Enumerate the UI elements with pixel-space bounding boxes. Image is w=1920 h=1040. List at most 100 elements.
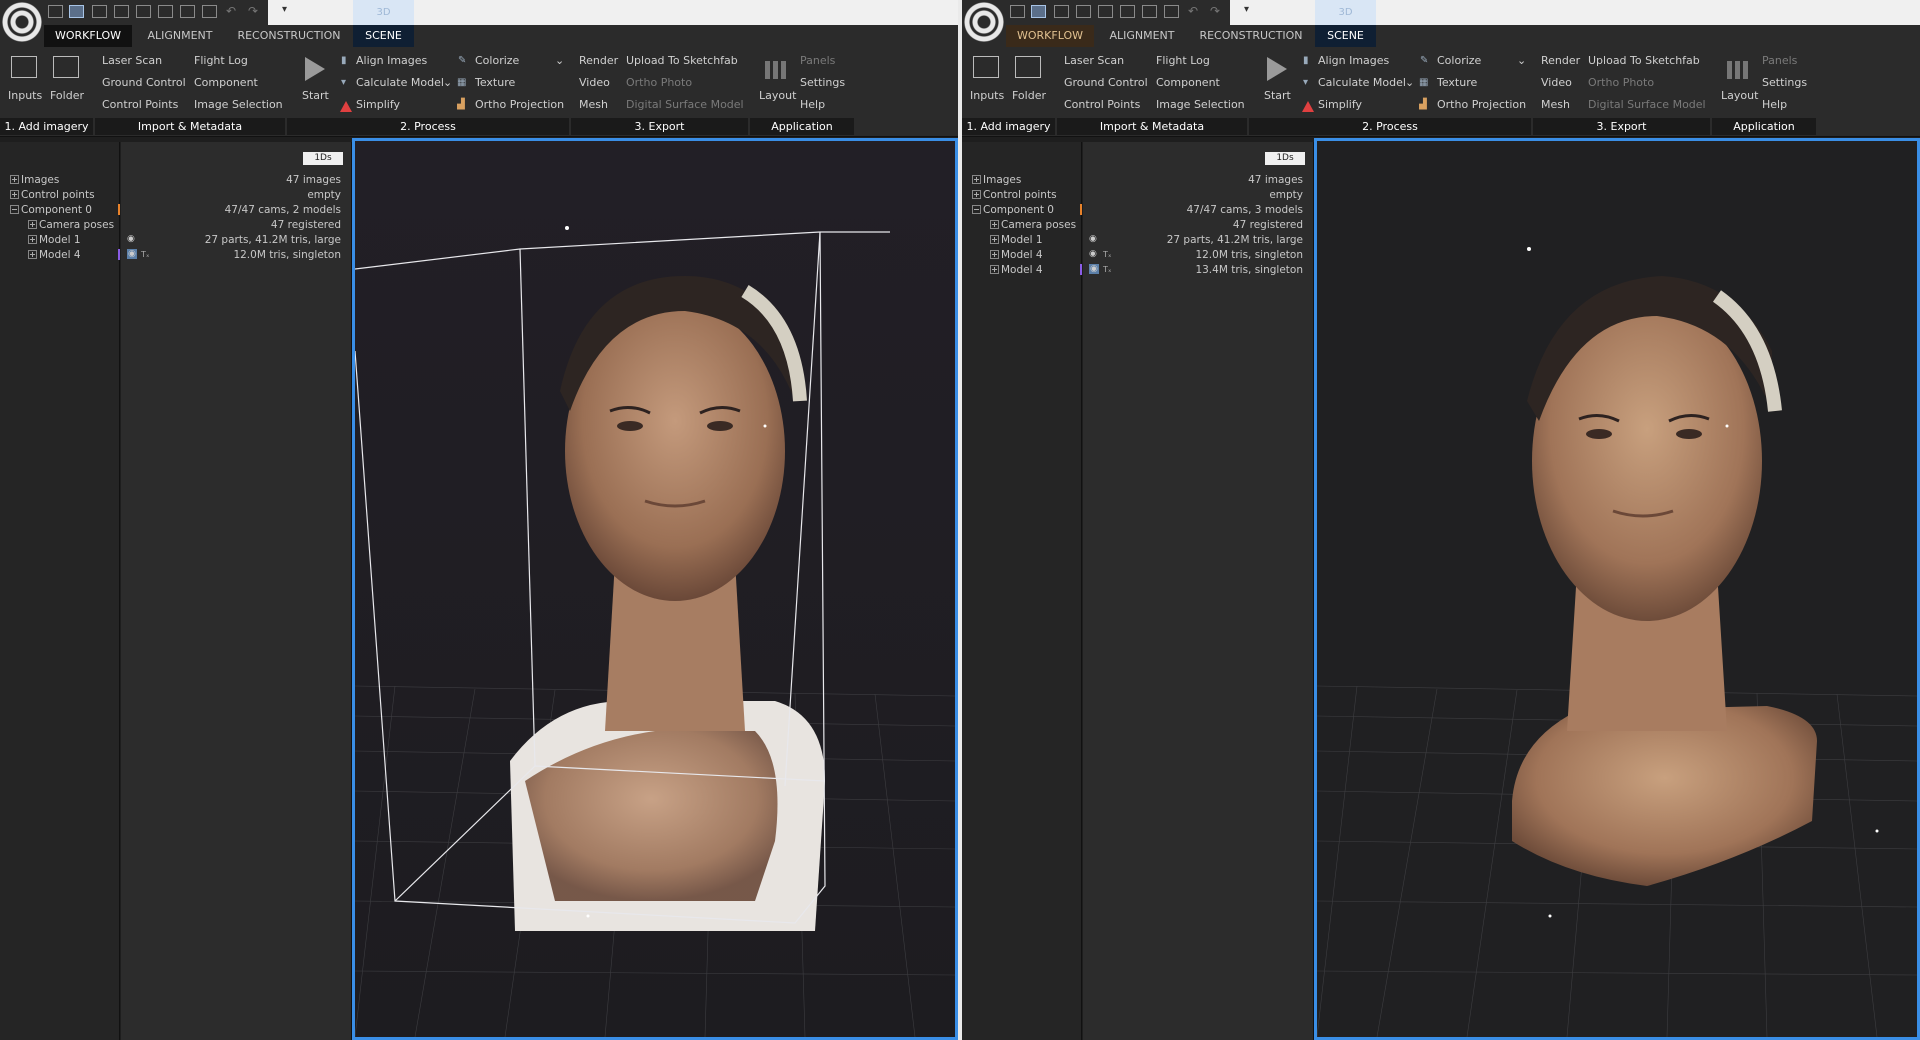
help-button[interactable]: Help	[800, 98, 825, 111]
render-button[interactable]: Render	[1541, 54, 1580, 67]
video-button[interactable]: Video	[1541, 76, 1572, 89]
layout-1-icon[interactable]	[48, 5, 63, 18]
visibility-eye-icon[interactable]: ◉	[127, 234, 135, 244]
tab-alignment[interactable]: ALIGNMENT	[136, 25, 224, 47]
layout-1-icon[interactable]	[1010, 5, 1025, 18]
ortho-photo-button[interactable]: Ortho Photo	[626, 76, 692, 89]
expand-icon[interactable]	[10, 190, 19, 199]
layout-5-icon[interactable]	[136, 5, 151, 18]
layout-8-icon[interactable]	[202, 5, 217, 18]
tree-control-points[interactable]: Control points	[10, 189, 95, 201]
mesh-button[interactable]: Mesh	[579, 98, 608, 111]
flight-log-button[interactable]: Flight Log	[1156, 54, 1210, 67]
3d-viewport[interactable]	[1314, 138, 1920, 1040]
settings-button[interactable]: Settings	[800, 76, 845, 89]
layout-button[interactable]: Layout	[759, 89, 796, 102]
layout-3-icon[interactable]	[92, 5, 107, 18]
colorize-button[interactable]: Colorize	[475, 54, 519, 67]
ortho-photo-button[interactable]: Ortho Photo	[1588, 76, 1654, 89]
align-images-button[interactable]: Align Images	[1318, 54, 1389, 67]
help-button[interactable]: Help	[1762, 98, 1787, 111]
panels-button[interactable]: Panels	[1762, 54, 1797, 67]
expand-icon[interactable]	[990, 265, 999, 274]
texture-button[interactable]: Texture	[1437, 76, 1477, 89]
tab-3d[interactable]: 3D	[1315, 0, 1376, 25]
flight-log-button[interactable]: Flight Log	[194, 54, 248, 67]
colorize-dropdown-icon[interactable]: ⌄	[555, 54, 564, 67]
simplify-button[interactable]: Simplify	[356, 98, 400, 111]
ground-control-button[interactable]: Ground Control	[1064, 76, 1148, 89]
3d-viewport[interactable]	[352, 138, 958, 1040]
app-logo[interactable]	[2, 2, 42, 42]
simplify-button[interactable]: Simplify	[1318, 98, 1362, 111]
redo-icon[interactable]: ↷	[248, 4, 258, 18]
ortho-projection-button[interactable]: Ortho Projection	[475, 98, 564, 111]
upload-sketchfab-button[interactable]: Upload To Sketchfab	[1588, 54, 1700, 67]
visibility-eye-icon[interactable]: ◉	[1089, 234, 1097, 244]
tree-images[interactable]: Images	[972, 174, 1021, 186]
expand-icon[interactable]	[990, 220, 999, 229]
visibility-eye-icon[interactable]: ◉	[127, 249, 137, 259]
layout-5-icon[interactable]	[1098, 5, 1113, 18]
upload-sketchfab-button[interactable]: Upload To Sketchfab	[626, 54, 738, 67]
layout-2-icon[interactable]	[69, 5, 84, 18]
quick-access-dropdown-icon[interactable]: ▾	[282, 4, 287, 15]
ortho-projection-button[interactable]: Ortho Projection	[1437, 98, 1526, 111]
inputs-button[interactable]: Inputs	[8, 89, 42, 102]
expand-icon[interactable]	[28, 220, 37, 229]
panels-button[interactable]: Panels	[800, 54, 835, 67]
layout-6-icon[interactable]	[158, 5, 173, 18]
image-selection-button[interactable]: Image Selection	[1156, 98, 1245, 111]
start-button[interactable]: Start	[302, 89, 329, 102]
tab-reconstruction[interactable]: RECONSTRUCTION	[1192, 25, 1310, 47]
expand-icon[interactable]	[28, 235, 37, 244]
align-images-button[interactable]: Align Images	[356, 54, 427, 67]
1ds-badge[interactable]: 1Ds	[303, 152, 343, 165]
expand-icon[interactable]	[990, 250, 999, 259]
layout-7-icon[interactable]	[180, 5, 195, 18]
image-selection-button[interactable]: Image Selection	[194, 98, 283, 111]
layout-button[interactable]: Layout	[1721, 89, 1758, 102]
tab-scene[interactable]: SCENE	[1315, 25, 1376, 47]
tree-component-0[interactable]: Component 0	[10, 204, 92, 216]
tab-workflow[interactable]: WORKFLOW	[44, 25, 132, 47]
tab-3d[interactable]: 3D	[353, 0, 414, 25]
colorize-dropdown-icon[interactable]: ⌄	[1517, 54, 1526, 67]
tab-scene[interactable]: SCENE	[353, 25, 414, 47]
tree-model-4[interactable]: Model 4	[28, 249, 81, 261]
calculate-model-dropdown-icon[interactable]: ⌄	[1405, 76, 1414, 89]
layout-3-icon[interactable]	[1054, 5, 1069, 18]
tree-model-1[interactable]: Model 1	[990, 234, 1043, 246]
folder-button[interactable]: Folder	[50, 89, 84, 102]
app-logo[interactable]	[964, 2, 1004, 42]
redo-icon[interactable]: ↷	[1210, 4, 1220, 18]
layout-4-icon[interactable]	[114, 5, 129, 18]
tree-model-4[interactable]: Model 4	[990, 249, 1043, 261]
tab-workflow[interactable]: WORKFLOW	[1006, 25, 1094, 47]
video-button[interactable]: Video	[579, 76, 610, 89]
expand-icon[interactable]	[10, 175, 19, 184]
tab-alignment[interactable]: ALIGNMENT	[1098, 25, 1186, 47]
visibility-eye-icon[interactable]: ◉	[1089, 249, 1097, 259]
ground-control-button[interactable]: Ground Control	[102, 76, 186, 89]
control-points-button[interactable]: Control Points	[102, 98, 178, 111]
dsm-button[interactable]: Digital Surface Model	[626, 98, 744, 111]
start-button[interactable]: Start	[1264, 89, 1291, 102]
expand-icon[interactable]	[28, 250, 37, 259]
layout-6-icon[interactable]	[1120, 5, 1135, 18]
mesh-button[interactable]: Mesh	[1541, 98, 1570, 111]
layout-7-icon[interactable]	[1142, 5, 1157, 18]
tree-camera-poses[interactable]: Camera poses	[28, 219, 114, 231]
calculate-model-button[interactable]: Calculate Model	[1318, 76, 1406, 89]
laser-scan-button[interactable]: Laser Scan	[102, 54, 162, 67]
expand-icon[interactable]	[990, 235, 999, 244]
inputs-button[interactable]: Inputs	[970, 89, 1004, 102]
layout-4-icon[interactable]	[1076, 5, 1091, 18]
tree-control-points[interactable]: Control points	[972, 189, 1057, 201]
collapse-icon[interactable]	[972, 205, 981, 214]
dsm-button[interactable]: Digital Surface Model	[1588, 98, 1706, 111]
layout-8-icon[interactable]	[1164, 5, 1179, 18]
component-button[interactable]: Component	[1156, 76, 1220, 89]
expand-icon[interactable]	[972, 190, 981, 199]
collapse-icon[interactable]	[10, 205, 19, 214]
